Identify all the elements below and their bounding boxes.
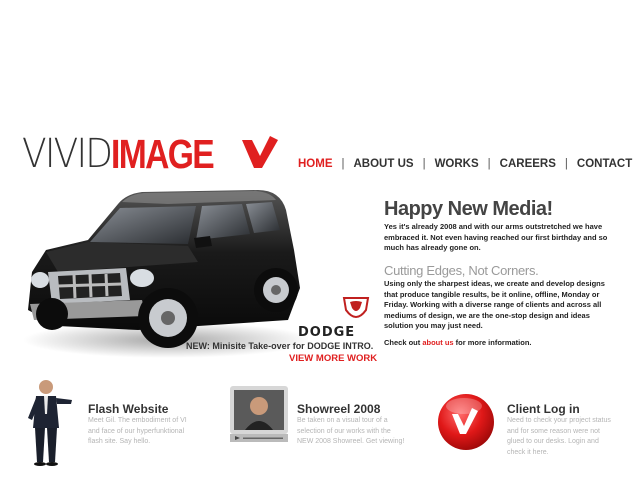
showreel-video-thumbnail [230,386,288,442]
dodge-brand-text: DODGE [298,325,356,340]
checkout-line: Check out about us for more information. [384,338,532,347]
feature-desc: Meet Gil. The embodiment of VI and face … [88,417,187,445]
intro-subtitle: Cutting Edges, Not Corners. [384,263,539,278]
checkout-prefix: Check out [384,338,423,347]
nav-separator: | [564,158,568,170]
nav-contact[interactable]: CONTACT [577,158,632,170]
logo-mark-icon [242,136,278,168]
logo-vivid-text: VIVID [22,131,113,177]
man-in-suit-image [28,380,72,466]
logo-image-text: IMAGE [111,130,215,177]
nav-home[interactable]: HOME [298,158,333,170]
nav-careers[interactable]: CAREERS [500,158,556,170]
feature-flash-website[interactable]: Flash Website Meet Gil. The embodiment o… [20,378,210,478]
feature-showreel-2008[interactable]: Showreel 2008 Be taken on a visual tour … [225,378,425,478]
minisite-caption: NEW: Minisite Take-over for DODGE INTRO. [186,341,374,351]
feature-desc: Be taken on a visual tour of a selection… [297,417,405,445]
about-us-link[interactable]: about us [422,338,453,347]
nav-separator: | [487,158,491,170]
nav-separator: | [422,158,426,170]
feature-client-login[interactable]: Client Log in Need to check your project… [430,378,630,478]
nav-separator: | [341,158,345,170]
vivid-image-logo[interactable]: VIVID IMAGE [22,130,278,177]
feature-title: Client Log in [507,402,580,416]
feature-title: Flash Website [88,402,169,416]
checkout-suffix: for more information. [453,338,532,347]
feature-title: Showreel 2008 [297,402,381,416]
feature-desc: Need to check your project status and fo… [507,417,611,456]
view-more-work-link[interactable]: VIEW MORE WORK [289,353,377,364]
red-login-button-icon [438,394,494,450]
nav-about-us[interactable]: ABOUT US [354,158,414,170]
intro-body: Yes it's already 2008 and with our arms … [384,222,608,252]
intro-body-2: Using only the sharpest ideas, we create… [384,279,605,330]
dodge-nitro-car-image[interactable] [18,180,308,360]
intro-title: Happy New Media! [384,198,553,220]
nav-works[interactable]: WORKS [435,158,479,170]
main-nav: HOME | ABOUT US | WORKS | CAREERS | CONT… [298,158,632,170]
dodge-ram-icon [342,297,370,318]
